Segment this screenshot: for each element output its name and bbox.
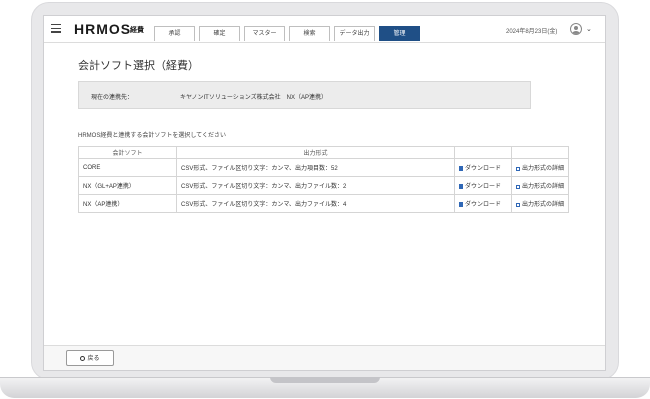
details-label: 出力形式の詳細 bbox=[522, 184, 565, 190]
tab-admin[interactable]: 管理 bbox=[379, 26, 420, 41]
download-link[interactable]: ダウンロード bbox=[454, 158, 512, 177]
table-row[interactable]: NX（AP連携） CSV形式、ファイル区切り文字：カンマ、出力ファイル数：4 ダ… bbox=[78, 194, 569, 213]
document-icon bbox=[459, 184, 463, 189]
back-button[interactable]: 戻る bbox=[66, 350, 114, 366]
table-header-row: 会計ソフト 出力形式 bbox=[78, 146, 569, 159]
column-header-software: 会計ソフト bbox=[78, 146, 177, 159]
connection-value: キヤノンITソリューションズ株式会社 NX（AP連携） bbox=[180, 95, 327, 101]
top-navigation-bar: HRMOS 経費 承認 確定 マスター 検索 データ出力 管理 2024年8月2… bbox=[44, 16, 605, 43]
hamburger-menu-icon[interactable] bbox=[51, 24, 61, 33]
column-header-download bbox=[454, 146, 512, 159]
format-cell: CSV形式、ファイル区切り文字：カンマ、出力項目数：52 bbox=[176, 158, 455, 177]
current-date: 2024年8月23日(金) bbox=[506, 29, 558, 35]
table-row[interactable]: CORE CSV形式、ファイル区切り文字：カンマ、出力項目数：52 ダウンロード… bbox=[78, 158, 569, 177]
download-label: ダウンロード bbox=[465, 166, 502, 172]
download-link[interactable]: ダウンロード bbox=[454, 176, 512, 195]
tab-search[interactable]: 検索 bbox=[289, 26, 330, 41]
details-link[interactable]: 出力形式の詳細 bbox=[511, 176, 569, 195]
instruction-text: HRMOS経費と連携する会計ソフトを選択してください bbox=[78, 133, 226, 139]
chevron-down-icon[interactable]: ⌄ bbox=[586, 25, 592, 33]
details-label: 出力形式の詳細 bbox=[522, 202, 565, 208]
tab-approval[interactable]: 承認 bbox=[154, 26, 195, 41]
column-header-format: 出力形式 bbox=[176, 146, 455, 159]
back-arrow-icon bbox=[80, 356, 86, 361]
details-link[interactable]: 出力形式の詳細 bbox=[511, 194, 569, 213]
format-cell: CSV形式、ファイル区切り文字：カンマ、出力ファイル数：2 bbox=[176, 176, 455, 195]
tab-data-export[interactable]: データ出力 bbox=[334, 26, 375, 41]
column-header-details bbox=[511, 146, 569, 159]
table-row[interactable]: NX（GL+AP連携） CSV形式、ファイル区切り文字：カンマ、出力ファイル数：… bbox=[78, 176, 569, 195]
document-icon bbox=[459, 202, 463, 207]
document-icon bbox=[459, 166, 463, 171]
download-label: ダウンロード bbox=[465, 202, 502, 208]
app-screen: HRMOS 経費 承認 確定 マスター 検索 データ出力 管理 2024年8月2… bbox=[43, 15, 606, 371]
laptop-notch bbox=[270, 377, 380, 383]
external-link-icon bbox=[516, 185, 520, 189]
bottom-action-bar: 戻る bbox=[44, 345, 605, 370]
back-button-label: 戻る bbox=[87, 356, 100, 362]
software-name-cell: NX（GL+AP連携） bbox=[78, 176, 177, 195]
format-cell: CSV形式、ファイル区切り文字：カンマ、出力ファイル数：4 bbox=[176, 194, 455, 213]
page-title: 会計ソフト選択（経費） bbox=[78, 60, 199, 72]
external-link-icon bbox=[516, 167, 520, 171]
current-connection-box: 現在の連携先： キヤノンITソリューションズ株式会社 NX（AP連携） bbox=[78, 81, 531, 109]
connection-label: 現在の連携先： bbox=[91, 95, 134, 101]
user-avatar-icon[interactable] bbox=[570, 23, 582, 35]
download-label: ダウンロード bbox=[465, 184, 502, 190]
accounting-software-table: 会計ソフト 出力形式 CORE CSV形式、ファイル区切り文字：カンマ、出力項目… bbox=[78, 146, 569, 213]
tab-master[interactable]: マスター bbox=[244, 26, 285, 41]
software-name-cell: CORE bbox=[78, 158, 177, 177]
tab-confirm[interactable]: 確定 bbox=[199, 26, 240, 41]
app-logo-subtitle: 経費 bbox=[130, 27, 144, 34]
software-name-cell: NX（AP連携） bbox=[78, 194, 177, 213]
app-logo: HRMOS bbox=[74, 21, 132, 37]
download-link[interactable]: ダウンロード bbox=[454, 194, 512, 213]
details-label: 出力形式の詳細 bbox=[522, 166, 565, 172]
external-link-icon bbox=[516, 203, 520, 207]
details-link[interactable]: 出力形式の詳細 bbox=[511, 158, 569, 177]
